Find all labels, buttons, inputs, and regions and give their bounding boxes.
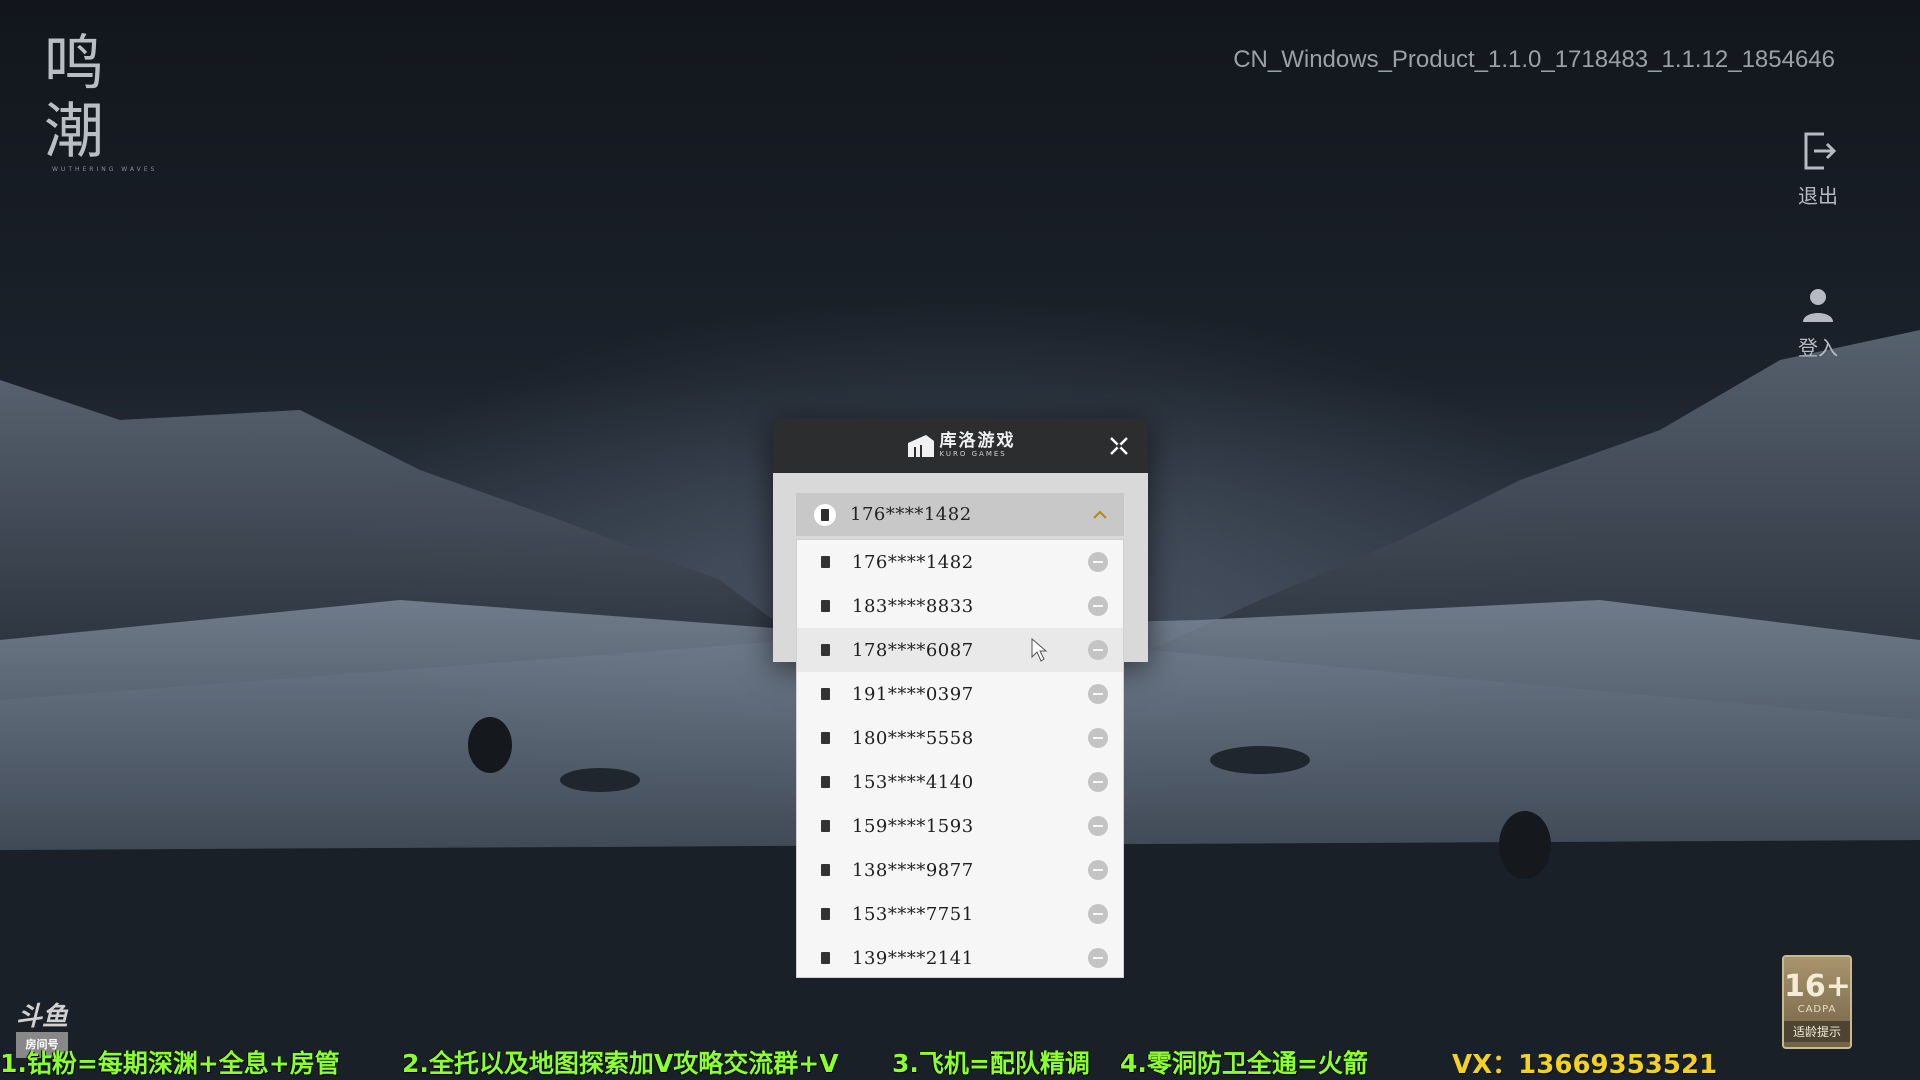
phone-icon	[821, 952, 830, 964]
account-number: 178****6087	[852, 639, 974, 661]
age-rating-badge: 16+ CADPA 适龄提示	[1782, 955, 1852, 1049]
remove-account-icon[interactable]	[1088, 640, 1108, 660]
account-list-item[interactable]: 153****4140	[797, 760, 1123, 804]
account-number: 191****0397	[852, 683, 974, 705]
remove-account-icon[interactable]	[1088, 948, 1108, 968]
account-number: 139****2141	[852, 947, 974, 969]
remove-account-icon[interactable]	[1088, 816, 1108, 836]
brand-name-cn: 库洛游戏	[939, 431, 1016, 451]
dialog-header: 库洛游戏 KURO GAMES	[773, 418, 1148, 473]
logo-text: 鸣潮	[44, 29, 106, 167]
vx-contact: VX：13669353521	[1452, 1050, 1718, 1080]
account-number: 183****8833	[852, 595, 974, 617]
phone-icon	[821, 644, 830, 656]
account-number: 153****4140	[852, 771, 974, 793]
account-list-item[interactable]: 180****5558	[797, 716, 1123, 760]
login-label: 登入	[1798, 336, 1838, 360]
remove-account-icon[interactable]	[1088, 596, 1108, 616]
account-number: 153****7751	[852, 903, 974, 925]
phone-icon	[821, 688, 830, 700]
brand-name-en: KURO GAMES	[939, 450, 1007, 458]
kuro-logo-icon	[907, 434, 934, 457]
remove-account-icon[interactable]	[1088, 684, 1108, 704]
account-dropdown-list: 176****1482 183****8833 178****6087 191****…	[796, 539, 1124, 978]
account-number: 176****1482	[852, 551, 974, 573]
user-icon	[1803, 289, 1833, 322]
age-org: CADPA	[1797, 1004, 1837, 1015]
ticker-item: 1.钻粉=每期深渊+全息+房管	[0, 1049, 340, 1078]
age-rating: 16+	[1784, 969, 1851, 1004]
remove-account-icon[interactable]	[1088, 552, 1108, 572]
account-list-item[interactable]: 176****1482	[797, 540, 1123, 584]
account-list-item[interactable]: 153****7751	[797, 892, 1123, 936]
account-list-item[interactable]: 138****9877	[797, 848, 1123, 892]
build-version: CN_Windows_Product_1.1.0_1718483_1.1.12_…	[1233, 46, 1835, 73]
phone-icon	[821, 732, 830, 744]
remove-account-icon[interactable]	[1088, 728, 1108, 748]
exit-label: 退出	[1798, 184, 1838, 208]
account-number: 138****9877	[852, 859, 974, 881]
phone-icon	[821, 776, 830, 788]
account-number: 180****5558	[852, 727, 974, 749]
remove-account-icon[interactable]	[1088, 772, 1108, 792]
selected-account: 176****1482	[850, 504, 972, 525]
close-icon	[1110, 437, 1128, 455]
exit-button[interactable]: 退出	[1788, 130, 1848, 209]
age-tip: 适龄提示	[1784, 1021, 1850, 1042]
logo-subtext: WUTHERING WAVES	[52, 166, 158, 173]
ticker-item: 4.零洞防卫全通=火箭	[1120, 1049, 1368, 1078]
phone-icon	[821, 908, 830, 920]
mouse-cursor-icon	[1031, 637, 1048, 662]
account-list-item[interactable]: 139****2141	[797, 936, 1123, 980]
close-dialog-button[interactable]	[1108, 435, 1130, 457]
remove-account-icon[interactable]	[1088, 860, 1108, 880]
exit-icon	[1804, 132, 1837, 170]
stream-logo-text: 斗鱼	[16, 1002, 69, 1032]
account-list-item[interactable]: 159****1593	[797, 804, 1123, 848]
account-select[interactable]: 176****1482	[796, 493, 1124, 536]
phone-icon	[821, 556, 830, 568]
login-button[interactable]: 登入	[1788, 286, 1848, 361]
game-logo: 鸣潮 WUTHERING WAVES	[44, 30, 164, 173]
chevron-up-icon[interactable]	[1092, 509, 1108, 520]
kuro-games-brand: 库洛游戏 KURO GAMES	[906, 433, 1016, 459]
account-number: 159****1593	[852, 815, 974, 837]
phone-icon	[821, 600, 830, 612]
ticker-item: 3.飞机=配队精调	[892, 1049, 1090, 1078]
ticker-item: 2.全托以及地图探索加V攻略交流群+V	[402, 1049, 839, 1078]
account-list-item[interactable]: 183****8833	[797, 584, 1123, 628]
phone-icon	[814, 503, 836, 526]
phone-icon	[821, 820, 830, 832]
account-list-item[interactable]: 191****0397	[797, 672, 1123, 716]
remove-account-icon[interactable]	[1088, 904, 1108, 924]
account-list-item[interactable]: 178****6087	[797, 628, 1123, 672]
phone-icon	[821, 864, 830, 876]
